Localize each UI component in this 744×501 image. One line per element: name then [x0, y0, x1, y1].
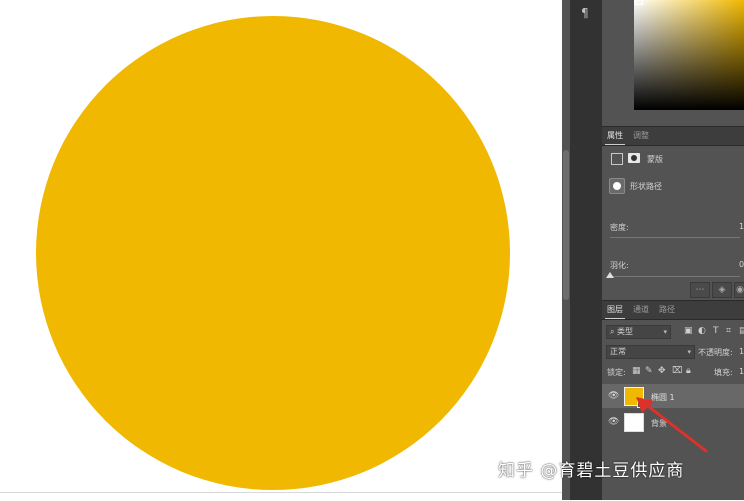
- density-value[interactable]: 1: [739, 222, 744, 231]
- document-canvas[interactable]: [0, 0, 562, 501]
- vertical-scrollbar[interactable]: [562, 0, 570, 500]
- blend-mode-select[interactable]: 正常 ▾: [606, 345, 695, 359]
- blend-mode-value: 正常: [610, 347, 626, 356]
- pixel-filter-icon[interactable]: ▣: [684, 326, 693, 336]
- shape-filter-icon[interactable]: ⌗: [726, 326, 731, 336]
- tab-channels[interactable]: 通道: [633, 304, 649, 315]
- layers-tabbar: 图层 通道 路径: [602, 300, 744, 320]
- density-slider-track[interactable]: [610, 237, 740, 238]
- annotation-arrow-icon: [636, 397, 708, 453]
- visibility-eye-icon[interactable]: 👁︎: [608, 391, 619, 401]
- feather-slider-track[interactable]: [610, 276, 740, 277]
- properties-tabbar: 属性 调整: [602, 126, 744, 146]
- opacity-value[interactable]: 1: [739, 347, 744, 356]
- select-mask-button[interactable]: ⋯: [690, 282, 710, 298]
- transform-icon[interactable]: [611, 153, 623, 165]
- diamond-eye-icon: ◈: [718, 285, 726, 295]
- smart-object-filter-icon[interactable]: ▤: [739, 326, 744, 336]
- layer-filter-select[interactable]: ⌕ 类型 ▾: [606, 325, 671, 339]
- shape-path-icon: [609, 178, 625, 194]
- paragraph-icon[interactable]: ¶: [581, 6, 589, 20]
- mask-eye-button[interactable]: ◉: [734, 282, 744, 298]
- color-picker-rail: [602, 0, 634, 118]
- zhihu-watermark: 知乎 @育碧土豆供应商: [498, 461, 685, 481]
- adjustment-filter-icon[interactable]: ◐: [698, 326, 706, 336]
- lock-artboard-icon[interactable]: ⌧: [672, 366, 682, 376]
- chevron-down-icon: ▾: [663, 328, 667, 336]
- feather-slider-knob[interactable]: [606, 272, 614, 278]
- density-label: 密度:: [610, 223, 629, 232]
- eye-icon: ◉: [736, 285, 744, 295]
- lock-transparent-icon[interactable]: ▦: [632, 366, 641, 376]
- mask-visibility-button[interactable]: ◈: [712, 282, 732, 298]
- lock-label: 锁定:: [607, 368, 626, 377]
- lock-image-icon[interactable]: ✎: [645, 366, 653, 376]
- color-picker-field[interactable]: [634, 0, 744, 110]
- lock-all-icon[interactable]: 🔒︎: [686, 366, 691, 376]
- tab-layers[interactable]: 图层: [605, 304, 625, 319]
- mask-label: 蒙版: [647, 155, 663, 164]
- lock-position-icon[interactable]: ✥: [658, 366, 666, 376]
- shape-path-label: 形状路径: [630, 182, 662, 191]
- opacity-label: 不透明度:: [698, 348, 733, 357]
- color-picker-handle[interactable]: [635, 0, 643, 5]
- type-filter-icon[interactable]: T: [713, 326, 719, 336]
- feather-label: 羽化:: [610, 261, 629, 270]
- scrollbar-thumb[interactable]: [563, 150, 569, 300]
- chevron-down-icon: ▾: [687, 348, 691, 356]
- collapsed-panel-strip: ¶: [570, 0, 603, 500]
- visibility-eye-icon[interactable]: 👁︎: [608, 417, 619, 427]
- tab-properties[interactable]: 属性: [605, 130, 625, 145]
- layer-filter-label: 类型: [617, 327, 634, 336]
- search-icon: ⌕: [610, 327, 615, 336]
- dotted-grid-icon: ⋯: [695, 285, 705, 295]
- fill-label: 填充:: [714, 368, 733, 377]
- feather-value[interactable]: 0: [739, 260, 744, 269]
- fill-value[interactable]: 1: [739, 367, 744, 376]
- tab-adjustments[interactable]: 调整: [633, 130, 649, 141]
- tab-paths[interactable]: 路径: [659, 304, 675, 315]
- mask-icon[interactable]: [628, 153, 640, 163]
- yellow-ellipse-shape[interactable]: [36, 16, 510, 490]
